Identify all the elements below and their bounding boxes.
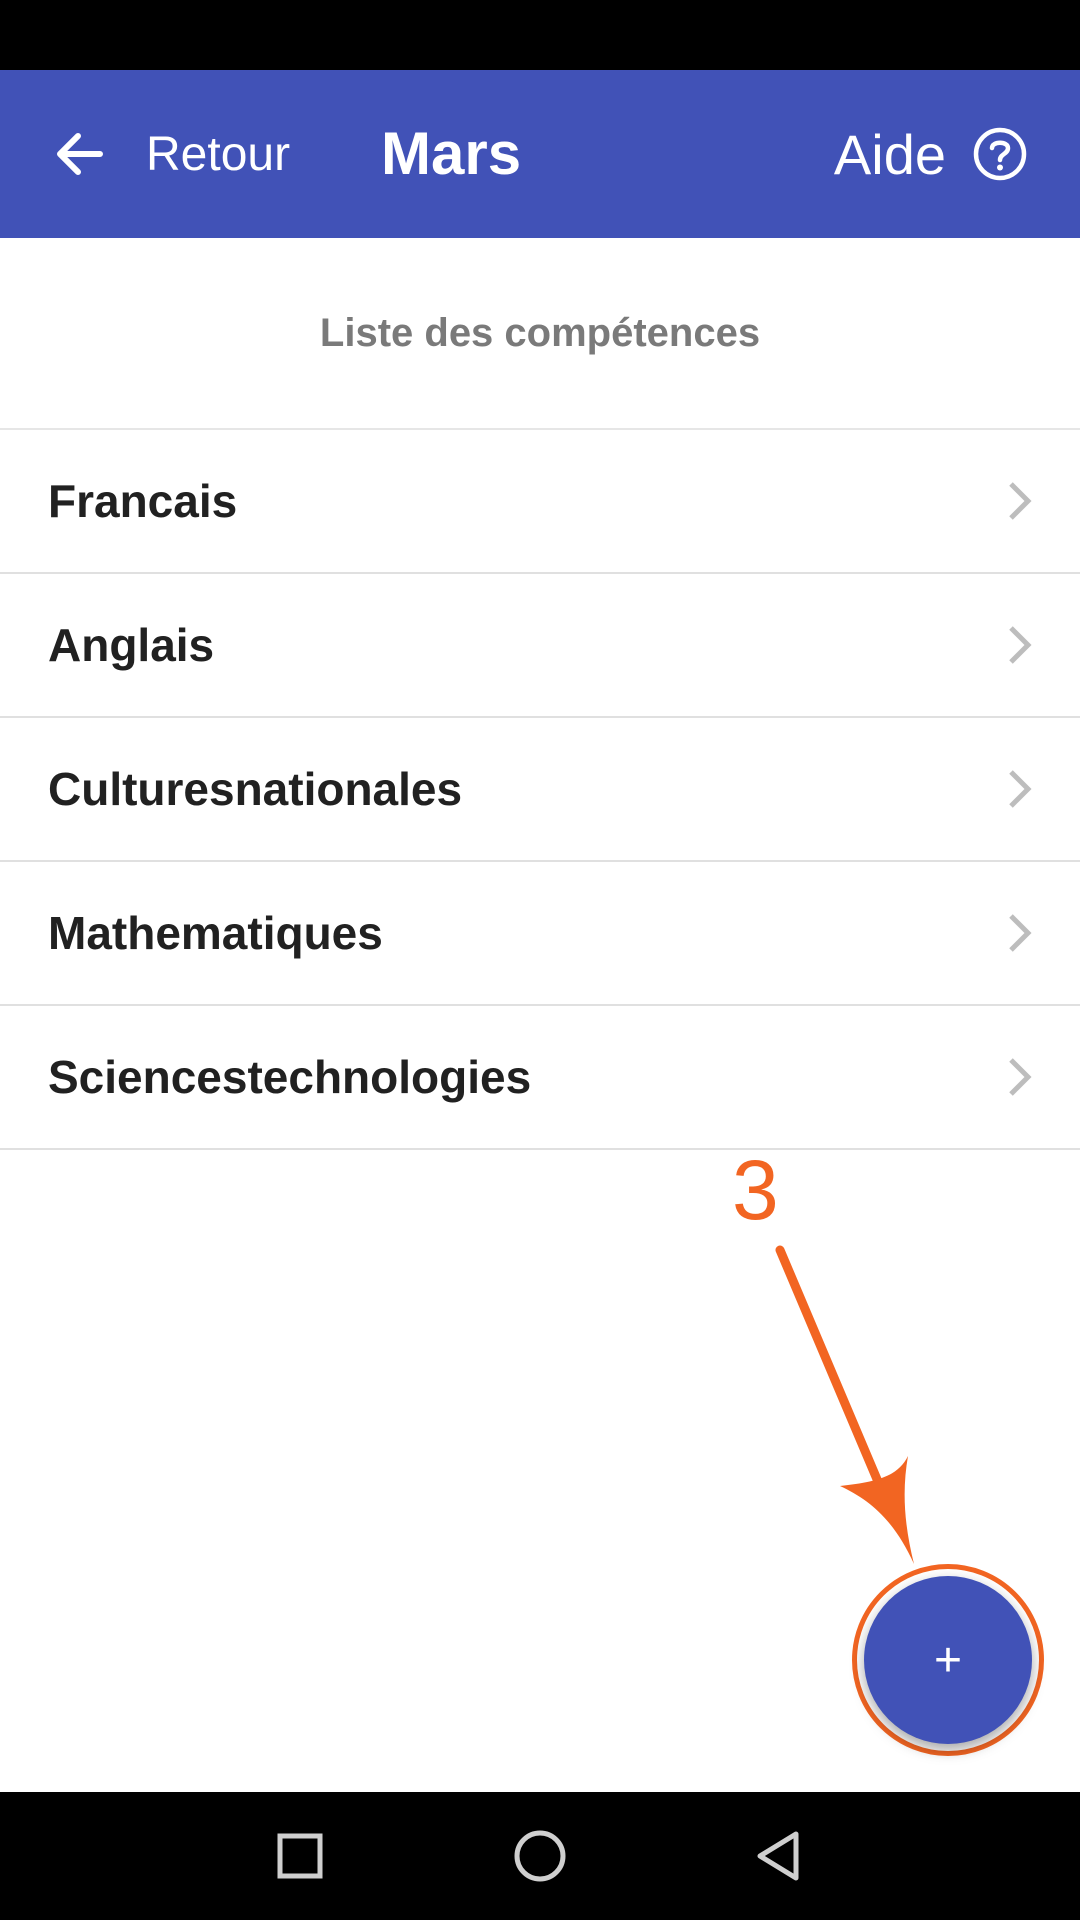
list-item-label: Mathematiques: [48, 907, 383, 959]
skills-list: Francais Anglais Culturesnationales Math…: [0, 430, 1080, 1150]
help-label: Aide: [833, 122, 946, 186]
chevron-right-icon: [1009, 770, 1032, 808]
chevron-right-icon: [1009, 626, 1032, 664]
screen: Retour Mars Aide Liste des compétences F…: [0, 0, 1080, 1920]
page-title: Mars: [381, 120, 522, 187]
annotation-step-number: 3: [732, 1143, 779, 1237]
status-bar: [0, 0, 1080, 70]
circle-icon[interactable]: [508, 1824, 572, 1888]
list-item[interactable]: Sciencestechnologies: [0, 1006, 1080, 1150]
app-bar: Retour Mars Aide: [0, 70, 1080, 238]
list-item[interactable]: Mathematiques: [0, 862, 1080, 1006]
add-skill-button[interactable]: +: [864, 1576, 1032, 1744]
triangle-back-icon[interactable]: [748, 1824, 812, 1888]
list-item[interactable]: Anglais: [0, 574, 1080, 718]
navigation-bar: [0, 1792, 1080, 1920]
list-item[interactable]: Francais: [0, 430, 1080, 574]
square-icon[interactable]: [268, 1824, 332, 1888]
back-button[interactable]: Retour: [48, 70, 290, 238]
list-item[interactable]: Culturesnationales: [0, 718, 1080, 862]
list-item-label: Culturesnationales: [48, 763, 463, 815]
chevron-right-icon: [1009, 914, 1032, 952]
list-item-label: Anglais: [48, 619, 215, 671]
chevron-right-icon: [1009, 482, 1032, 520]
chevron-right-icon: [1009, 1058, 1032, 1096]
back-label: Retour: [146, 127, 291, 181]
arrow-left-icon: [57, 133, 103, 175]
section-title: Liste des compétences: [0, 238, 1080, 430]
plus-icon: +: [933, 1633, 963, 1687]
list-item-label: Francais: [48, 475, 238, 527]
help-button[interactable]: Aide: [834, 70, 1028, 238]
list-item-label: Sciencestechnologies: [48, 1051, 532, 1103]
help-circle-icon: [973, 127, 1027, 181]
